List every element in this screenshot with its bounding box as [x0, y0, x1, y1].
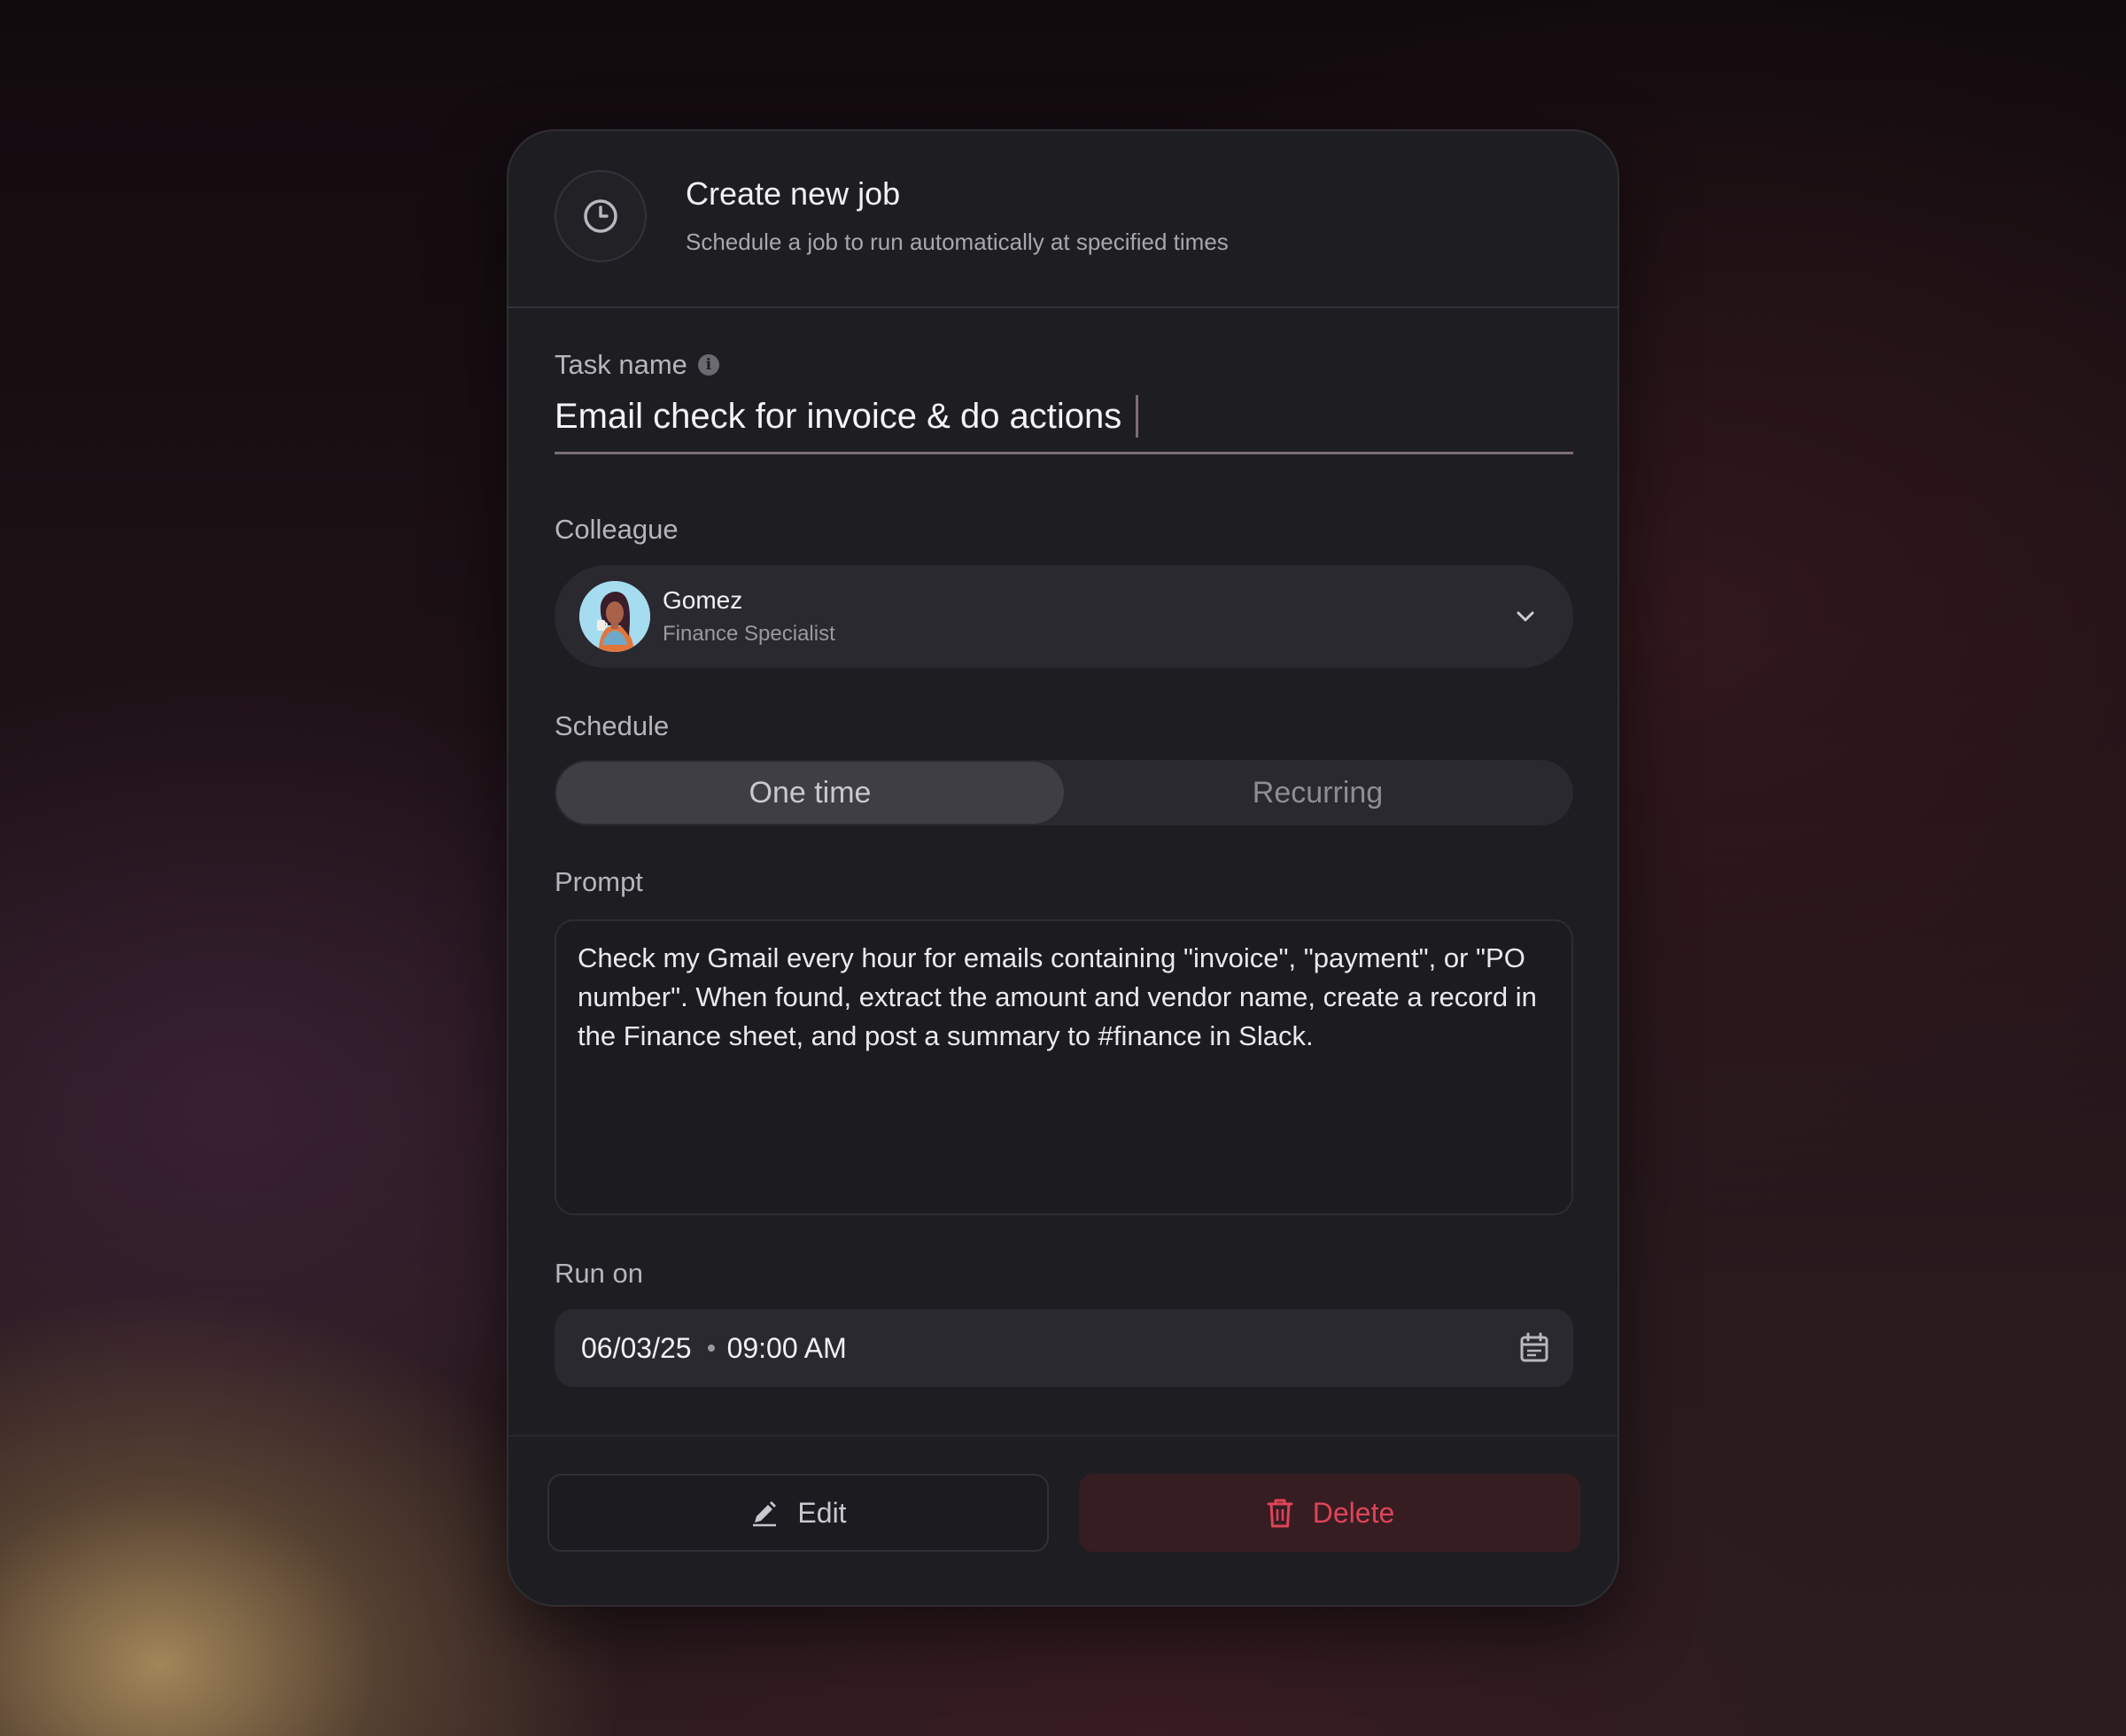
prompt-label: Prompt: [555, 866, 643, 897]
separator-dot: [707, 1345, 715, 1352]
run-on-label: Run on: [555, 1258, 643, 1289]
trash-icon: [1267, 1499, 1293, 1528]
task-name-label: Task name: [555, 349, 687, 380]
colleague-role: Finance Specialist: [663, 622, 835, 646]
colleague-name: Gomez: [663, 586, 743, 614]
clock-icon: [555, 170, 647, 262]
delete-button[interactable]: Delete: [1079, 1474, 1580, 1552]
calendar-icon[interactable]: [1517, 1330, 1552, 1366]
edit-button[interactable]: Edit: [547, 1474, 1049, 1552]
run-on-date: 06/03/25: [581, 1331, 692, 1364]
run-on-time: 09:00 AM: [726, 1331, 847, 1364]
colleague-label: Colleague: [555, 514, 679, 545]
task-name-value: Email check for invoice & do actions: [555, 397, 1122, 436]
schedule-option-one-time[interactable]: One time: [556, 762, 1064, 824]
dialog-title: Create new job: [686, 175, 901, 212]
task-name-input[interactable]: Email check for invoice & do actions: [555, 395, 1573, 454]
prompt-textarea[interactable]: Check my Gmail every hour for emails con…: [555, 919, 1573, 1215]
chevron-down-icon[interactable]: [1509, 601, 1541, 632]
avatar: [579, 581, 650, 652]
create-job-dialog: Create new job Schedule a job to run aut…: [507, 129, 1619, 1607]
schedule-option-recurring[interactable]: Recurring: [1064, 762, 1571, 824]
dialog-header: Create new job Schedule a job to run aut…: [508, 131, 1618, 308]
text-caret: [1136, 395, 1139, 438]
delete-button-label: Delete: [1312, 1496, 1395, 1529]
task-name-label-row: Task name i: [555, 349, 719, 381]
colleague-select[interactable]: Gomez Finance Specialist: [555, 565, 1573, 668]
schedule-label: Schedule: [555, 710, 670, 741]
dialog-subtitle: Schedule a job to run automatically at s…: [686, 229, 1229, 255]
run-on-datetime-field[interactable]: 06/03/25 09:00 AM: [555, 1309, 1573, 1387]
info-icon[interactable]: i: [697, 354, 719, 376]
schedule-toggle: One time Recurring: [555, 760, 1573, 825]
edit-button-label: Edit: [797, 1496, 847, 1529]
dialog-footer: Edit Delete: [508, 1435, 1618, 1605]
pencil-icon: [753, 1501, 777, 1527]
